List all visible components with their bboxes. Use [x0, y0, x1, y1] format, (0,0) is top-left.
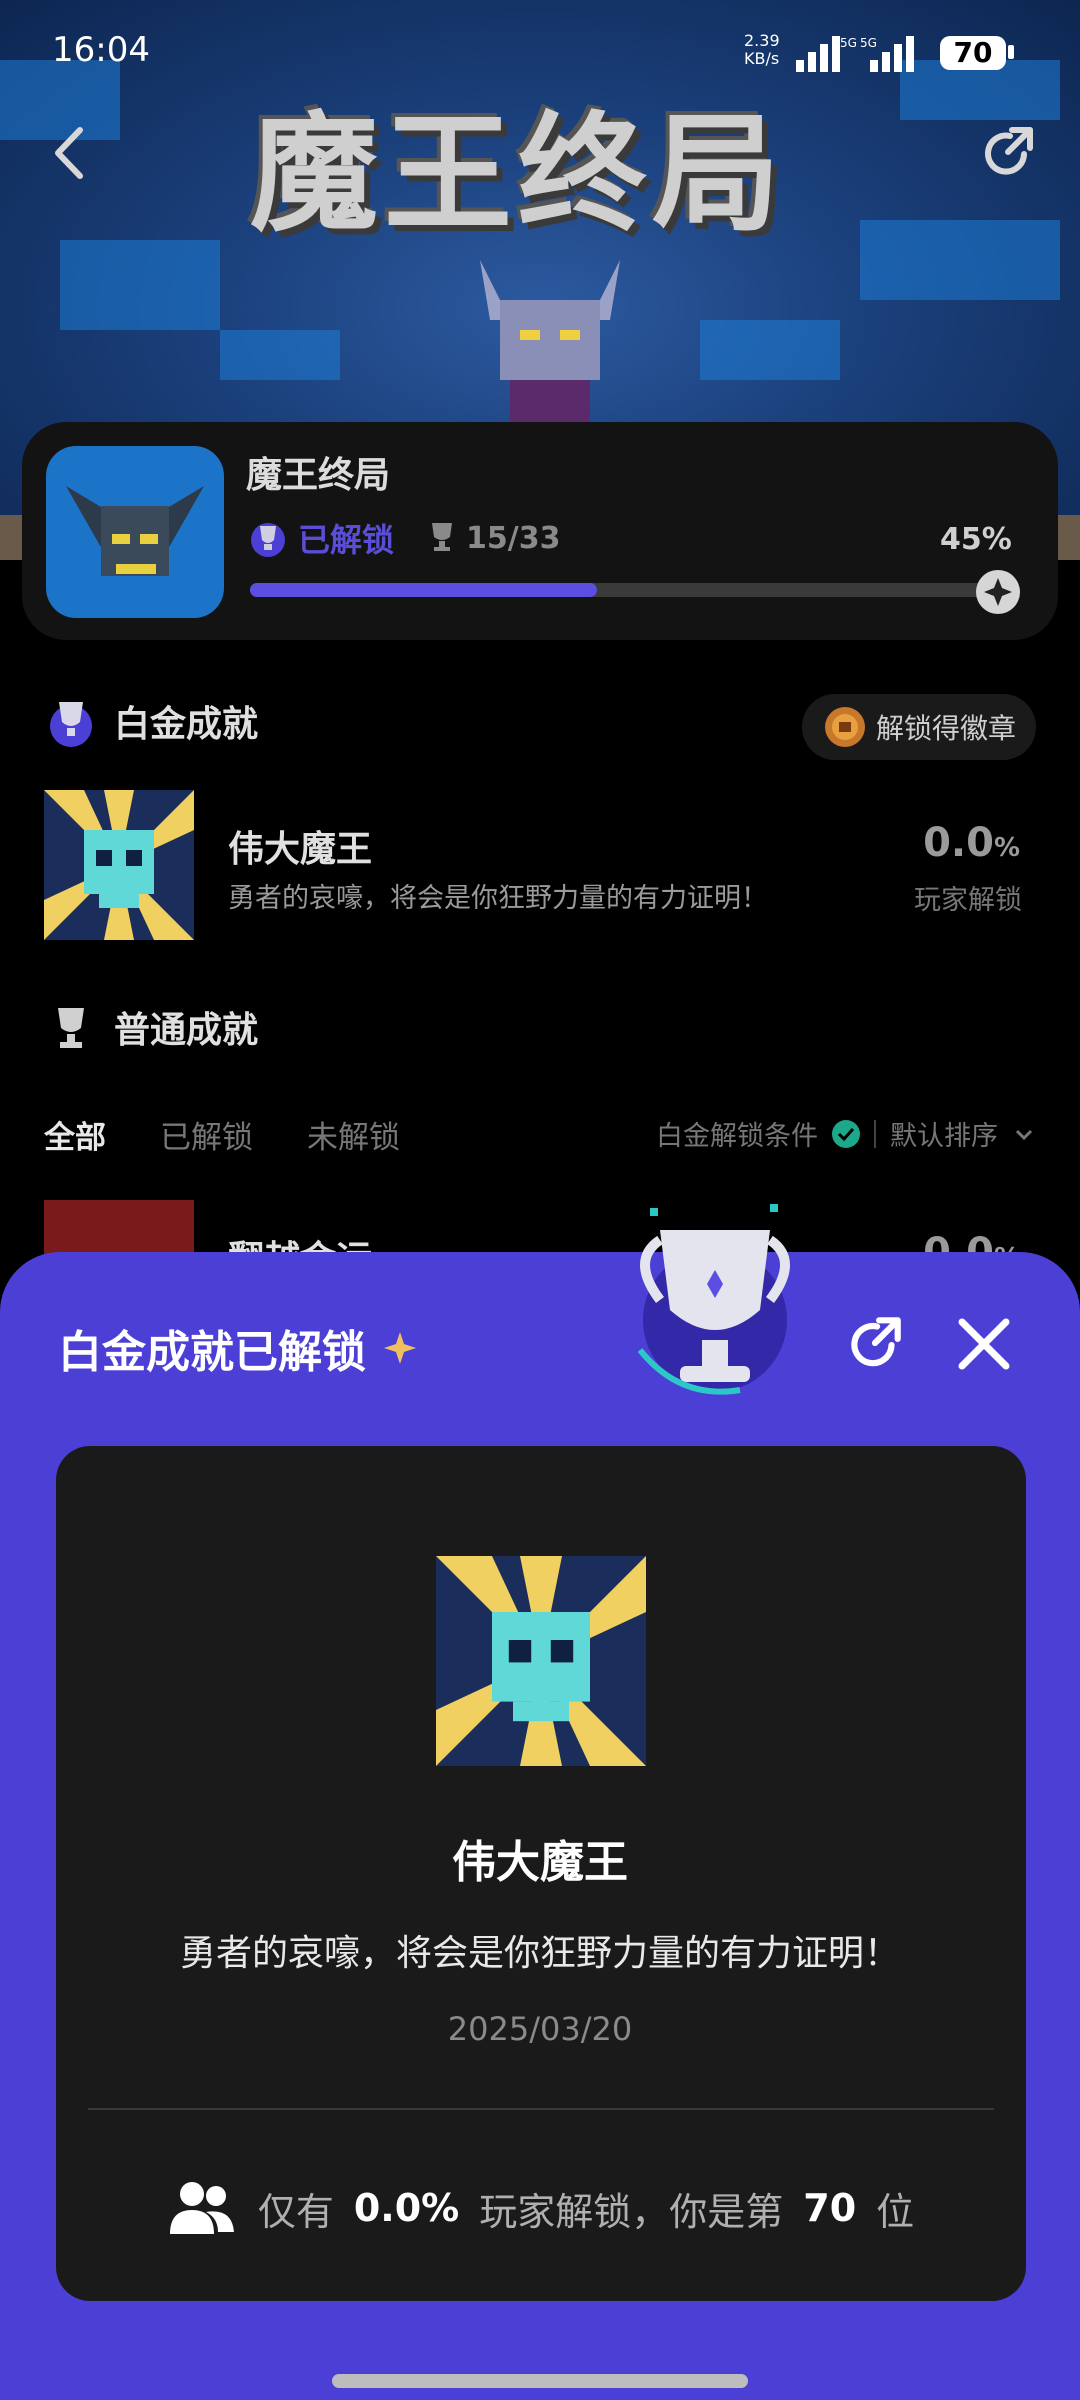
home-indicator[interactable] — [332, 2374, 748, 2388]
sheet-title: 白金成就已解锁 — [58, 1316, 420, 1380]
achievement-large-icon — [436, 1556, 646, 1766]
trophy-icon — [58, 1008, 84, 1048]
divider — [874, 1119, 876, 1148]
platinum-trophy-icon — [251, 523, 285, 557]
unlock-date: 2025/03/20 — [447, 2010, 633, 2048]
platinum-goal-icon — [976, 570, 1020, 614]
rank-percent: 0.0% — [353, 2186, 460, 2230]
platinum-condition-toggle[interactable]: 白金解锁条件 — [656, 1114, 818, 1153]
achievement-percent-value: 0.0 — [923, 820, 994, 866]
unlock-badge-button[interactable]: 解锁得徽章 — [802, 694, 1036, 760]
detail-achievement-desc: 勇者的哀嚎，将会是你狂野力量的有力证明！ — [179, 1933, 900, 1974]
game-icon[interactable] — [46, 446, 224, 618]
signal-icon-2 — [870, 36, 914, 72]
achievement-percent: 0.0% — [923, 820, 1020, 866]
net-type-2: 5G — [860, 36, 877, 50]
achievement-filter-tabs: 全部 已解锁 未解锁 — [44, 1112, 400, 1156]
tab-all[interactable]: 全部 — [44, 1112, 106, 1156]
boss-character-art — [480, 260, 620, 450]
achievement-desc: 勇者的哀嚎，将会是你狂野力量的有力证明！ — [228, 883, 768, 914]
tab-locked[interactable]: 未解锁 — [307, 1112, 400, 1156]
badge-button-label: 解锁得徽章 — [876, 712, 1017, 745]
users-icon — [169, 2182, 234, 2234]
sort-dropdown[interactable]: 默认排序 — [890, 1114, 998, 1153]
trophy-count-value: 15/33 — [466, 520, 561, 556]
detail-achievement-name: 伟大魔王 — [452, 1837, 628, 1888]
share-icon[interactable] — [976, 120, 1040, 184]
normal-section-title: 普通成就 — [114, 1010, 259, 1051]
platinum-unlocked-tag: 已解锁 — [248, 516, 394, 560]
platinum-achievement-row[interactable]: 伟大魔王 勇者的哀嚎，将会是你狂野力量的有力证明！ 0.0% 玩家解锁 — [0, 790, 1080, 942]
battery-tip — [1008, 45, 1014, 59]
progress-percent: 45% — [940, 522, 1012, 557]
net-speed-unit: KB/s — [744, 49, 780, 68]
trophy-icon — [432, 523, 452, 551]
share-icon[interactable] — [842, 1310, 908, 1376]
progress-bar — [250, 583, 1020, 597]
trophy-count: 15/33 — [428, 516, 560, 560]
platinum-section-header: 白金成就 — [44, 694, 258, 748]
platinum-section-title: 白金成就 — [114, 704, 259, 745]
back-arrow-icon[interactable] — [40, 118, 100, 188]
sparkle-icon — [384, 1332, 416, 1364]
net-type-1: 5G — [840, 36, 857, 50]
filter-options: 白金解锁条件 默认排序 — [656, 1114, 1036, 1153]
tab-unlocked[interactable]: 已解锁 — [160, 1112, 253, 1156]
platinum-trophy-illustration — [637, 1204, 790, 1395]
chevron-down-icon[interactable] — [1012, 1122, 1036, 1146]
status-time: 16:04 — [52, 30, 150, 70]
close-icon[interactable] — [956, 1316, 1012, 1372]
net-speed-value: 2.39 — [744, 31, 780, 50]
battery-icon: 70 — [940, 36, 1006, 70]
progress-fill — [250, 583, 597, 597]
rank-suffix: 位 — [876, 2189, 915, 2234]
rank-mid-text: 玩家解锁，你是第 — [479, 2189, 784, 2234]
status-bar: 16:04 2.39 KB/s 5G 5G 70 — [0, 0, 1080, 100]
net-speed: 2.39 KB/s — [744, 32, 780, 68]
achievement-thumbnail — [44, 790, 194, 940]
divider — [88, 2108, 994, 2110]
rank-prefix: 仅有 — [257, 2189, 334, 2234]
normal-section-header: 普通成就 — [44, 1000, 258, 1054]
achievement-percent-unit: % — [993, 833, 1020, 863]
game-name: 魔王终局 — [246, 455, 391, 496]
rank-number: 70 — [803, 2186, 857, 2230]
unlock-rank-stats: 仅有 0.0% 玩家解锁，你是第 70 位 — [0, 2178, 1080, 2238]
badge-icon — [825, 707, 865, 747]
achievement-name: 伟大魔王 — [228, 829, 373, 870]
platinum-trophy-icon — [50, 702, 92, 747]
sheet-title-text: 白金成就已解锁 — [58, 1327, 366, 1378]
check-icon[interactable] — [832, 1119, 860, 1148]
achievement-percent-sub: 玩家解锁 — [914, 885, 1022, 916]
unlocked-label: 已解锁 — [298, 521, 395, 559]
